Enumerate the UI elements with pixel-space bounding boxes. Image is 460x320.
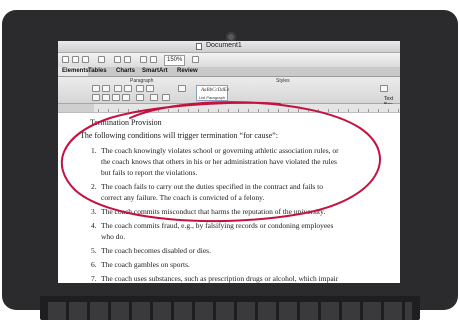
show-marks-icon[interactable] [146,85,154,92]
window-titlebar: Document1 [58,41,400,53]
document-heading: Termination Provision [90,118,162,127]
list-item-text: correct any failure. The coach is convic… [101,193,265,202]
paragraph-marks-icon[interactable] [140,56,147,63]
save-icon[interactable] [82,56,89,63]
document-icon [196,43,202,50]
ribbon-panel: Paragraph Styles AaBbCcDdEe List Paragra… [58,77,400,108]
keyboard-keys [48,302,412,320]
print-icon[interactable] [98,56,105,63]
indent-icon[interactable] [124,85,132,92]
open-icon[interactable] [72,56,79,63]
align-left-icon[interactable] [92,94,100,101]
new-document-icon[interactable] [62,56,69,63]
sort-icon[interactable] [136,85,144,92]
list-item-number: 7. [91,274,97,283]
window-title: Document1 [206,42,242,49]
zoom-select[interactable]: 150% [164,55,186,66]
undo-icon[interactable] [114,56,121,63]
shading-icon[interactable] [150,94,158,101]
sidebar-icon[interactable] [150,56,157,63]
list-item-text: The coach commits fraud, e.g., by falsif… [101,221,334,230]
outdent-icon[interactable] [114,85,122,92]
list-item-text: The coach gambles on sports. [101,260,190,269]
list-item-number: 2. [91,182,97,191]
list-item-number: 1. [91,146,97,155]
align-center-icon[interactable] [102,94,110,101]
line-spacing-icon[interactable] [136,94,144,101]
tab-review[interactable]: Review [173,67,202,76]
list-item-text: The coach becomes disabled or dies. [101,246,211,255]
list-item-number: 3. [91,207,97,216]
text-box-icon[interactable] [380,85,388,92]
horizontal-ruler[interactable] [58,104,400,113]
align-right-icon[interactable] [112,94,120,101]
document-page[interactable]: Termination Provision The following cond… [58,113,400,283]
standard-toolbar: 150% [58,53,400,67]
laptop-screen: Document1 150% Elements Tables Charts Sm… [58,41,400,283]
list-item-text: who do. [101,232,126,241]
style-list-paragraph[interactable]: AaBbCcDdEe List Paragraph [196,85,230,101]
list-item-number: 6. [91,260,97,269]
list-item-number: 5. [91,246,97,255]
list-item-text: but fails to report the violations. [101,168,198,177]
style-name: List Paragraph [199,95,226,100]
list-item-text: The coach knowingly violates school or g… [101,146,339,155]
help-icon[interactable] [192,56,199,63]
list-item-text: The coach uses substances, such as presc… [101,274,339,283]
ribbon-tabs: Elements Tables Charts SmartArt Review [58,67,400,77]
indent-left-icon[interactable] [178,85,186,92]
intro-paragraph: The following conditions will trigger te… [80,131,278,140]
list-item-text: the coach knows that others in his or he… [101,157,337,166]
bullets-icon[interactable] [92,85,100,92]
justify-icon[interactable] [122,94,130,101]
list-item-number: 4. [91,221,97,230]
redo-icon[interactable] [124,56,131,63]
tab-smartart[interactable]: SmartArt [138,67,172,76]
list-item-text: The coach fails to carry out the duties … [101,182,324,191]
numbering-icon[interactable] [102,85,110,92]
tab-charts[interactable]: Charts [112,67,139,76]
borders-icon[interactable] [162,94,170,101]
group-label-styles: Styles [276,78,290,84]
style-sample: AaBbCcDdEe [201,88,230,93]
list-item-text: The coach commits misconduct that harms … [101,207,326,216]
tab-tables[interactable]: Tables [84,67,111,76]
group-label-paragraph: Paragraph [130,78,154,84]
